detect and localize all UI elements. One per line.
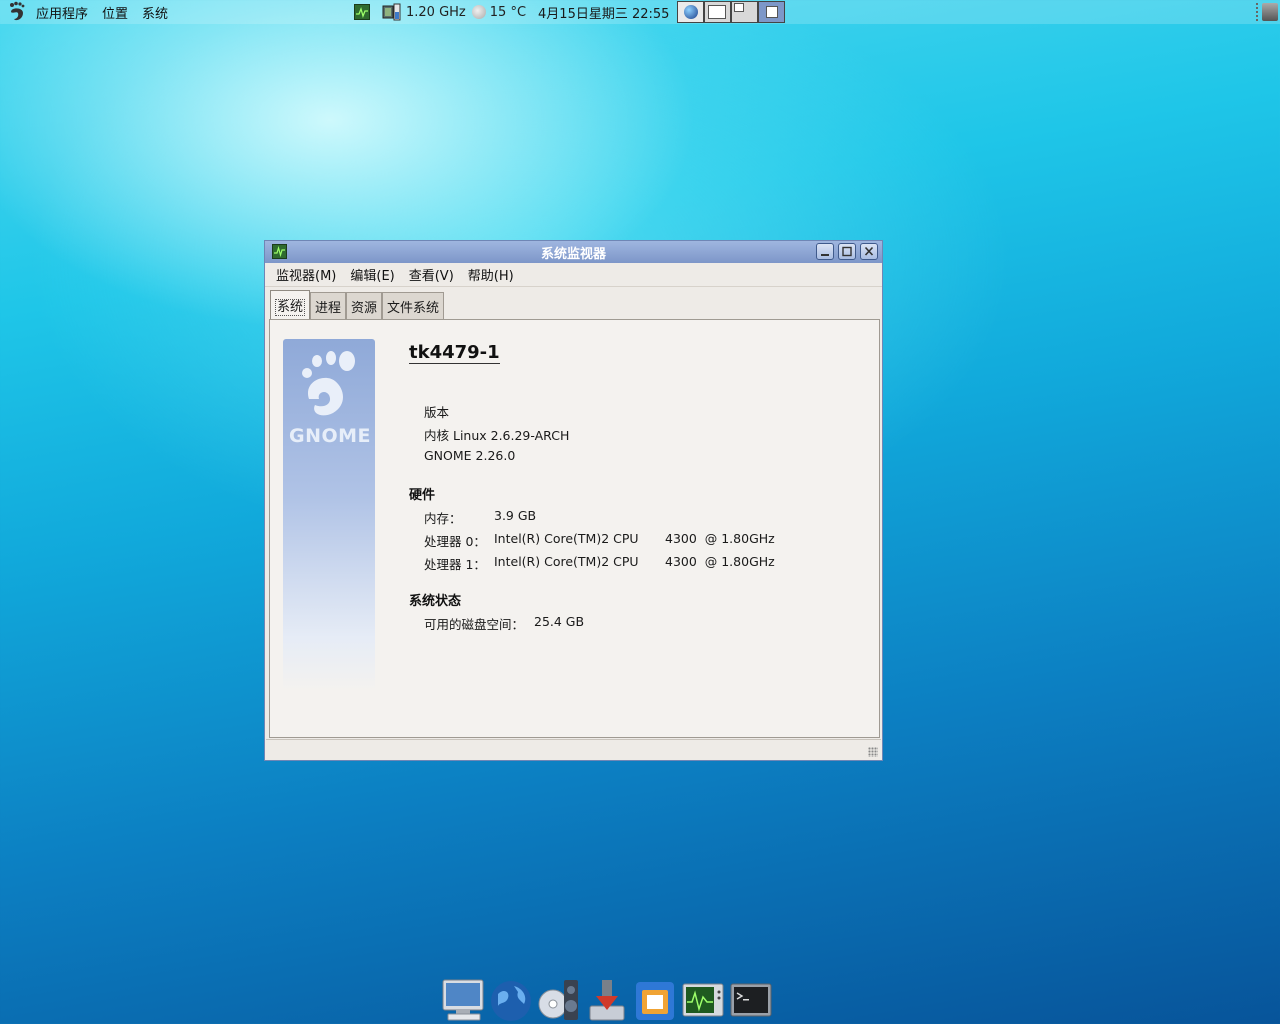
workspace-2[interactable] [704, 1, 732, 23]
hostname: tk4479-1 [409, 342, 500, 364]
virtualbox-icon[interactable] [632, 976, 677, 1024]
window-title: 系统监视器 [540, 246, 606, 262]
tab-system[interactable]: 系统 [270, 290, 311, 319]
terminal-icon[interactable] [728, 976, 773, 1024]
system-monitor-applet-icon[interactable] [354, 4, 370, 20]
workspace-4[interactable] [758, 1, 786, 23]
tab-bar: 系统 进程 资源 文件系统 [270, 290, 445, 319]
dock [440, 974, 776, 1024]
memory-value: 3.9 GB [494, 508, 537, 523]
statusbar [266, 739, 881, 759]
system-status-heading: 系统状态 [409, 594, 462, 609]
panel-drag-handle[interactable] [1256, 3, 1260, 21]
system-tab-panel: GNOME tk4479-1 版本 内核 Linux 2.6.29-ARCH G… [269, 319, 880, 738]
menubar: 监视器(M) 编辑(E) 查看(V) 帮助(H) [265, 263, 882, 287]
media-icon[interactable] [536, 976, 581, 1024]
view-menu[interactable]: 查看(V) [409, 265, 454, 284]
processor-1-label: 处理器 1： [424, 557, 486, 572]
cpu-frequency-icon[interactable] [380, 2, 402, 22]
applications-menu[interactable]: 应用程序 [36, 3, 88, 22]
globe-icon [683, 5, 698, 19]
window-thumbnail [766, 6, 779, 18]
processor-0-speed: 4300 @ 1.80GHz [665, 531, 775, 546]
hardware-heading: 硬件 [409, 488, 436, 503]
minimize-button[interactable] [816, 243, 834, 260]
system-monitor-icon[interactable] [272, 244, 287, 259]
disk-space-value: 25.4 GB [534, 614, 585, 629]
maximize-button[interactable] [838, 243, 856, 260]
gnome-version: GNOME 2.26.0 [424, 448, 516, 463]
window-titlebar[interactable]: 系统监视器 [265, 241, 882, 263]
workspace-1[interactable] [677, 1, 705, 23]
system-monitor-window: 系统监视器 监视器(M) 编辑(E) 查看(V) 帮助(H) 系统 进程 资源 … [264, 240, 883, 761]
tab-label: 文件系统 [387, 301, 440, 316]
edit-menu[interactable]: 编辑(E) [350, 265, 394, 284]
tab-label: 进程 [315, 301, 342, 316]
window-thumbnail [734, 3, 745, 12]
close-button[interactable] [860, 243, 878, 260]
tab-resources[interactable]: 资源 [346, 292, 383, 319]
gnome-banner: GNOME [283, 339, 375, 691]
monitor-menu[interactable]: 监视器(M) [276, 265, 336, 284]
kernel-version: 内核 Linux 2.6.29-ARCH [424, 428, 570, 443]
gnome-wordmark: GNOME [289, 425, 372, 447]
processor-0-model: Intel(R) Core(TM)2 CPU [494, 531, 639, 546]
globe-icon[interactable] [488, 976, 533, 1024]
window-thumbnail [708, 5, 727, 19]
processor-1-speed: 4300 @ 1.80GHz [665, 554, 775, 569]
gnome-foot-icon [302, 351, 355, 416]
top-panel: 应用程序 位置 系统 1.20 GHz 15 °C 4月15日星期三 22:55 [0, 0, 1280, 24]
drive-icon[interactable] [1262, 3, 1278, 21]
temperature-text[interactable]: 15 °C [490, 5, 526, 20]
system-menu[interactable]: 系统 [142, 3, 168, 22]
help-menu[interactable]: 帮助(H) [468, 265, 514, 284]
tab-processes[interactable]: 进程 [310, 292, 347, 319]
clock[interactable]: 4月15日星期三 22:55 [538, 3, 669, 22]
download-icon[interactable] [584, 976, 629, 1024]
system-monitor-icon[interactable] [680, 976, 725, 1024]
processor-0-label: 处理器 0： [424, 534, 486, 549]
places-menu[interactable]: 位置 [102, 3, 128, 22]
computer-icon[interactable] [440, 976, 485, 1024]
processor-1-model: Intel(R) Core(TM)2 CPU [494, 554, 639, 569]
gnome-foot-icon[interactable] [6, 1, 28, 23]
cpu-frequency-text: 1.20 GHz [406, 4, 466, 20]
version-heading: 版本 [424, 405, 450, 420]
resize-grip-icon[interactable] [868, 747, 878, 757]
tab-label: 系统 [275, 299, 306, 316]
weather-icon[interactable] [471, 5, 486, 19]
disk-space-label: 可用的磁盘空间： [424, 617, 525, 632]
memory-label: 内存： [424, 511, 462, 526]
workspace-switcher [677, 1, 786, 23]
tab-label: 资源 [351, 301, 378, 316]
tab-file-systems[interactable]: 文件系统 [382, 292, 445, 319]
workspace-3[interactable] [731, 1, 759, 23]
